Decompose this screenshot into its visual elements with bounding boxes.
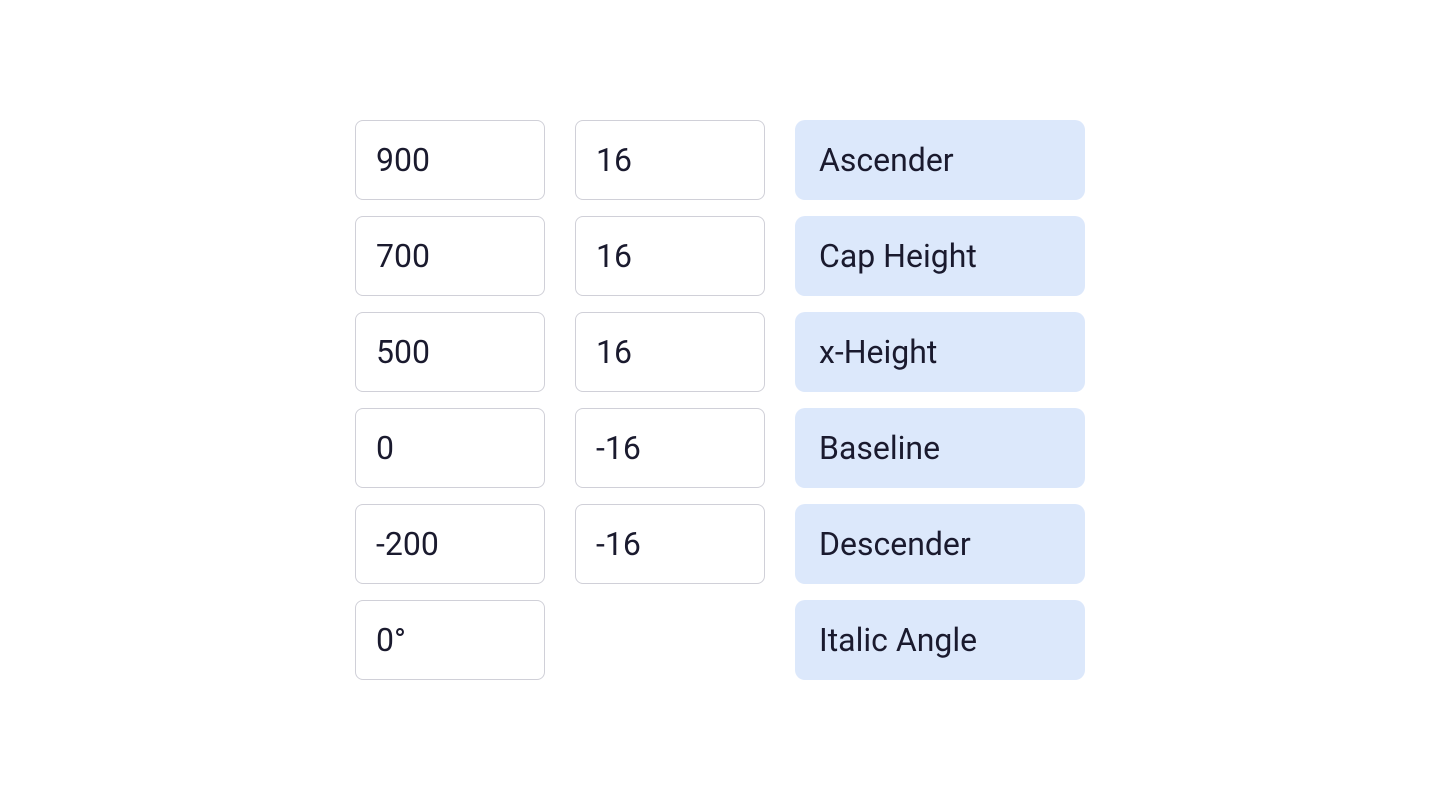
value-col1-row-2[interactable]: 500 (355, 312, 545, 392)
value-col1-row-3[interactable]: 0 (355, 408, 545, 488)
value-col2-row-2[interactable]: 16 (575, 312, 765, 392)
label-badge-row-1: Cap Height (795, 216, 1085, 296)
value-col2-row-3[interactable]: -16 (575, 408, 765, 488)
value-col1-row-4[interactable]: -200 (355, 504, 545, 584)
value-col1-row-1[interactable]: 700 (355, 216, 545, 296)
value-col1-row-0[interactable]: 900 (355, 120, 545, 200)
value-col2-row-4[interactable]: -16 (575, 504, 765, 584)
value-col1-row-5[interactable]: 0° (355, 600, 545, 680)
label-badge-row-3: Baseline (795, 408, 1085, 488)
label-badge-row-5: Italic Angle (795, 600, 1085, 680)
value-col2-row-0[interactable]: 16 (575, 120, 765, 200)
metrics-grid: 900 16 Ascender 700 16 Cap Height 500 16 x-Heigh… (355, 120, 1085, 680)
label-badge-row-2: x-Height (795, 312, 1085, 392)
label-badge-row-0: Ascender (795, 120, 1085, 200)
label-badge-row-4: Descender (795, 504, 1085, 584)
value-col2-row-1[interactable]: 16 (575, 216, 765, 296)
